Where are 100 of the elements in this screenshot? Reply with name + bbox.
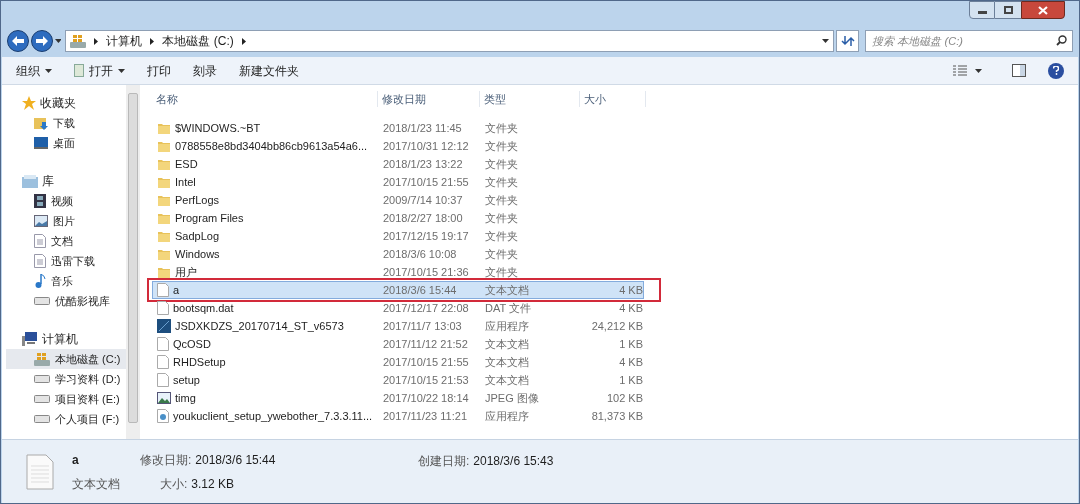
- sidebar-item[interactable]: 学习资料 (D:): [6, 369, 126, 389]
- address-bar[interactable]: 计算机 本地磁盘 (C:): [65, 30, 834, 52]
- file-row[interactable]: ESD 2018/1/23 13:22 文件夹: [152, 155, 644, 173]
- folder-icon: [157, 139, 171, 153]
- document-icon: [157, 283, 169, 297]
- help-button[interactable]: [1048, 62, 1064, 79]
- toolbar-button[interactable]: 新建文件夹: [239, 61, 299, 80]
- folder-icon: [157, 247, 171, 261]
- sidebar-item[interactable]: 迅雷下载: [6, 251, 126, 271]
- file-row[interactable]: 用户 2017/10/15 21:36 文件夹: [152, 263, 644, 281]
- file-row[interactable]: Program Files 2018/2/27 18:00 文件夹: [152, 209, 644, 227]
- file-row[interactable]: bootsqm.dat 2017/12/17 22:08 DAT 文件 4 KB: [152, 299, 644, 317]
- download-folder-icon: [34, 116, 48, 130]
- sidebar-item[interactable]: 下载: [6, 113, 126, 133]
- column-header[interactable]: 大小: [580, 90, 646, 108]
- file-name: Program Files: [175, 210, 244, 226]
- sidebar-item[interactable]: 图片: [6, 211, 126, 231]
- sidebar-item[interactable]: 音乐: [6, 271, 126, 291]
- folder-icon: [157, 193, 171, 207]
- close-button[interactable]: [1021, 1, 1065, 19]
- file-name: bootsqm.dat: [173, 300, 234, 316]
- sidebar-group[interactable]: 计算机: [6, 329, 126, 349]
- sidebar-group[interactable]: 库: [6, 171, 126, 191]
- file-name: youkuclient_setup_ywebother_7.3.3.11...: [173, 408, 373, 424]
- file-row[interactable]: RHDSetup 2017/10/15 21:55 文本文档 4 KB: [152, 353, 644, 371]
- file-row[interactable]: SadpLog 2017/12/15 19:17 文件夹: [152, 227, 644, 245]
- file-row[interactable]: PerfLogs 2009/7/14 10:37 文件夹: [152, 191, 644, 209]
- file-name: Windows: [175, 246, 220, 262]
- search-field[interactable]: 搜索 本地磁盘 (C:): [865, 30, 1073, 52]
- folder-icon: [157, 175, 171, 189]
- file-row[interactable]: JSDXKDZS_20170714_ST_v6573 2017/11/7 13:03 应用程序 24,212 KB: [152, 317, 644, 335]
- type-cell-text: 文件夹: [484, 246, 519, 262]
- sidebar-item[interactable]: 优酷影视库: [6, 291, 126, 311]
- date-cell-text: 2017/10/15 21:53: [382, 372, 470, 388]
- refresh-button[interactable]: [835, 30, 860, 52]
- toolbar-button[interactable]: 打开: [74, 61, 125, 80]
- type-cell-text: 文件夹: [484, 192, 519, 208]
- breadcrumb[interactable]: 本地磁盘 (C:): [162, 32, 234, 50]
- type-cell-text: DAT 文件: [484, 300, 533, 316]
- file-name: setup: [173, 372, 200, 388]
- toolbar-button[interactable]: 打印: [147, 61, 171, 80]
- detail-label: 大小:: [160, 475, 188, 493]
- file-row[interactable]: Windows 2018/3/6 10:08 文件夹: [152, 245, 644, 263]
- detail-value: 2018/3/6 15:44: [195, 451, 276, 469]
- detail-label: 创建日期:: [418, 453, 470, 470]
- file-row[interactable]: Intel 2017/10/15 21:55 文件夹: [152, 173, 644, 191]
- file-row[interactable]: setup 2017/10/15 21:53 文本文档 1 KB: [152, 371, 644, 389]
- file-row[interactable]: 0788558e8bd3404bb86cb9613a54a6... 2017/10/31 12:12 文件夹: [152, 137, 644, 155]
- toolbar-button[interactable]: 刻录: [193, 61, 217, 80]
- film-icon: [34, 194, 46, 208]
- back-arrow-icon: [11, 36, 24, 46]
- size-cell-text: 102 KB: [606, 390, 643, 406]
- type-cell-text: 文件夹: [484, 210, 519, 226]
- dropdown-arrow-icon: [118, 68, 125, 73]
- type-cell-text: 文本文档: [484, 336, 530, 352]
- forward-button[interactable]: [30, 30, 53, 52]
- breadcrumb[interactable]: 计算机: [106, 32, 143, 50]
- sidebar-scrollbar[interactable]: [126, 85, 140, 439]
- detail-value: 3.12 KB: [191, 475, 235, 493]
- date-cell-text: 2017/10/15 21:36: [382, 264, 470, 280]
- sidebar-item[interactable]: 项目资料 (E:): [6, 389, 126, 409]
- sidebar-item[interactable]: 文档: [6, 231, 126, 251]
- toolbar-button[interactable]: 组织: [16, 61, 52, 80]
- picture-library-icon: [34, 215, 48, 227]
- help-icon: [1053, 66, 1059, 75]
- file-row[interactable]: QcOSD 2017/11/12 21:52 文本文档 1 KB: [152, 335, 644, 353]
- drive-icon: [34, 395, 50, 403]
- column-header[interactable]: 名称: [152, 90, 378, 108]
- column-header[interactable]: 类型: [480, 90, 580, 108]
- preview-pane-button[interactable]: [1012, 64, 1026, 77]
- dropdown-arrow-icon: [975, 68, 982, 73]
- date-cell-text: 2017/10/31 12:12: [382, 138, 470, 154]
- file-row[interactable]: youkuclient_setup_ywebother_7.3.3.11... 2017/11/23 11:21 应用程序 81,373 KB: [152, 407, 644, 425]
- column-header[interactable]: 修改日期: [378, 90, 480, 108]
- sidebar-item[interactable]: 视频: [6, 191, 126, 211]
- open-document-icon: [74, 64, 84, 77]
- sidebar-group[interactable]: 收藏夹: [6, 93, 126, 113]
- folder-icon: [157, 157, 171, 171]
- back-button[interactable]: [7, 30, 29, 52]
- scrollbar-thumb[interactable]: [128, 93, 138, 423]
- maximize-button[interactable]: [995, 1, 1021, 19]
- type-cell-text: 应用程序: [484, 318, 530, 334]
- computer-icon: [22, 332, 38, 346]
- minimize-button[interactable]: [969, 1, 995, 19]
- address-dropdown-icon: [821, 39, 829, 43]
- sidebar-item[interactable]: 桌面: [6, 133, 126, 153]
- sidebar-item[interactable]: 个人项目 (F:): [6, 409, 126, 429]
- file-name: a: [173, 282, 180, 298]
- drive-icon: [34, 297, 50, 305]
- document-icon: [157, 355, 169, 369]
- size-cell-text: 4 KB: [619, 354, 643, 370]
- size-cell-text: 81,373 KB: [591, 408, 643, 424]
- file-name: 用户: [175, 264, 197, 280]
- view-options-button[interactable]: [953, 64, 982, 77]
- file-name: PerfLogs: [175, 192, 220, 208]
- date-cell-text: 2018/3/6 15:44: [382, 282, 458, 298]
- sidebar-item[interactable]: 本地磁盘 (C:): [6, 349, 126, 369]
- file-row[interactable]: timg 2017/10/22 18:14 JPEG 图像 102 KB: [152, 389, 644, 407]
- date-cell-text: 2017/12/17 22:08: [382, 300, 470, 316]
- file-row[interactable]: $WINDOWS.~BT 2018/1/23 11:45 文件夹: [152, 119, 644, 137]
